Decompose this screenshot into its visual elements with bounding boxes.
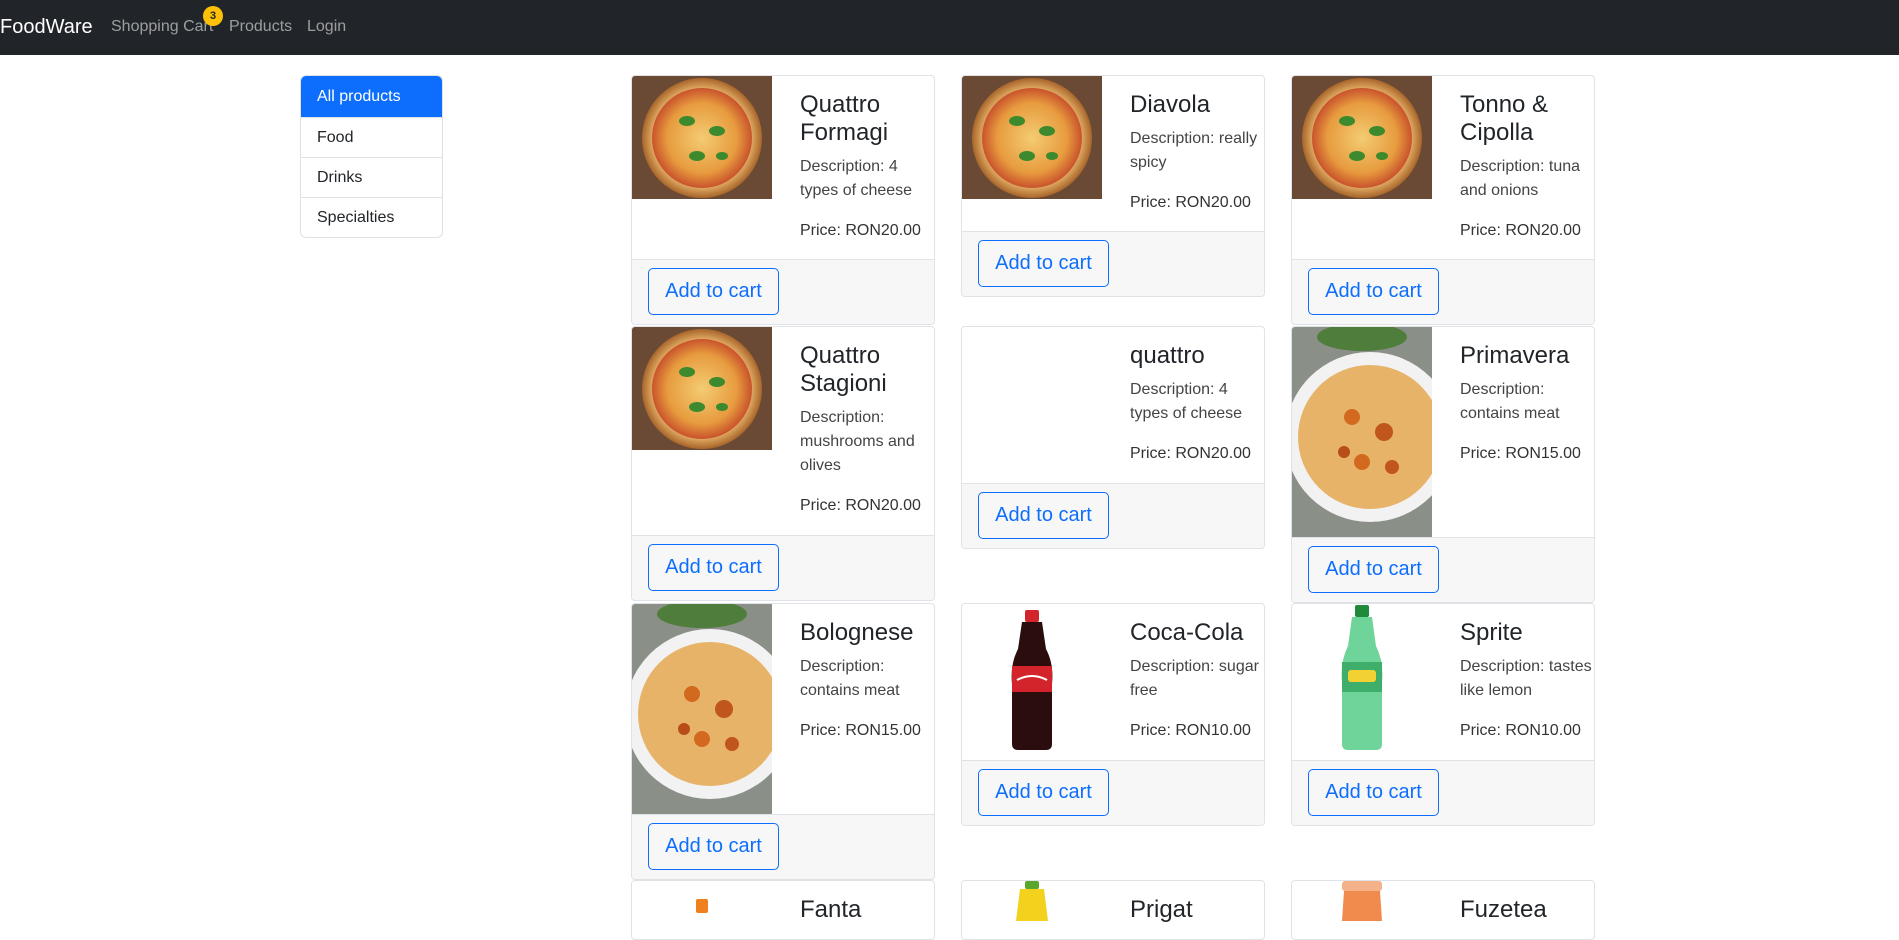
- pizza-image: [1292, 76, 1432, 199]
- card-footer: Add to cart: [632, 259, 934, 324]
- product-title: Bolognese: [800, 619, 914, 646]
- card-footer: Add to cart: [1292, 259, 1594, 324]
- product-card: Diavola Description: really spicy Price:…: [961, 75, 1265, 297]
- category-drinks[interactable]: Drinks: [301, 157, 442, 197]
- product-price: Price: RON15.00: [800, 722, 921, 739]
- cart-count-badge: 3: [203, 6, 223, 26]
- card-footer: Add to cart: [962, 231, 1264, 296]
- add-to-cart-button[interactable]: Add to cart: [978, 492, 1109, 539]
- product-price: Price: RON10.00: [1130, 722, 1251, 739]
- product-price: Price: RON20.00: [800, 497, 921, 514]
- card-footer: Add to cart: [962, 483, 1264, 548]
- add-to-cart-button[interactable]: Add to cart: [648, 544, 779, 591]
- category-specialties[interactable]: Specialties: [301, 197, 442, 237]
- product-description: Description: sugar free: [1130, 658, 1259, 699]
- product-card: Prigat: [961, 880, 1265, 940]
- product-price: Price: RON20.00: [800, 222, 921, 239]
- sprite-bottle-image: [1292, 604, 1432, 759]
- category-list: All products Food Drinks Specialties: [300, 75, 443, 238]
- add-to-cart-button[interactable]: Add to cart: [978, 240, 1109, 287]
- product-title: Primavera: [1460, 342, 1570, 369]
- pasta-image: [1292, 327, 1432, 537]
- product-title: Coca-Cola: [1130, 619, 1244, 646]
- add-to-cart-button[interactable]: Add to cart: [978, 769, 1109, 816]
- product-description: Description: 4 types of cheese: [1130, 381, 1243, 422]
- product-price: Price: RON15.00: [1460, 445, 1581, 462]
- product-card: Quattro Stagioni Description: mushrooms …: [631, 326, 935, 601]
- product-title: Tonno & Cipolla: [1460, 91, 1549, 146]
- product-price: Price: RON20.00: [1130, 445, 1251, 462]
- product-description: Description: really spicy: [1130, 130, 1258, 171]
- product-card: Fanta: [631, 880, 935, 940]
- product-price: Price: RON20.00: [1130, 194, 1251, 211]
- add-to-cart-button[interactable]: Add to cart: [648, 823, 779, 870]
- card-footer: Add to cart: [632, 814, 934, 879]
- product-card: quattro Description: 4 types of cheese P…: [961, 326, 1265, 549]
- product-card: Coca-Cola Description: sugar free Price:…: [961, 603, 1265, 826]
- add-to-cart-button[interactable]: Add to cart: [1308, 546, 1439, 593]
- product-description: Description: 4 types of cheese: [800, 158, 913, 199]
- card-footer: Add to cart: [1292, 760, 1594, 825]
- card-footer: Add to cart: [632, 535, 934, 600]
- brand-logo[interactable]: FoodWare: [0, 14, 93, 40]
- category-all-products[interactable]: All products: [301, 76, 442, 117]
- card-footer: Add to cart: [962, 760, 1264, 825]
- nav-login[interactable]: Login: [307, 16, 346, 38]
- product-title: Quattro Stagioni: [800, 342, 887, 397]
- nav-products[interactable]: Products: [229, 16, 292, 38]
- product-card: Quattro Formagi Description: 4 types of …: [631, 75, 935, 325]
- product-description: Description: contains meat: [800, 658, 900, 699]
- product-description: Description: tuna and onions: [1460, 158, 1581, 199]
- product-title: Fuzetea: [1460, 896, 1547, 923]
- product-title: Sprite: [1460, 619, 1523, 646]
- add-to-cart-button[interactable]: Add to cart: [1308, 769, 1439, 816]
- product-card: Fuzetea: [1291, 880, 1595, 940]
- cola-bottle-image: [962, 604, 1102, 759]
- product-card: Primavera Description: contains meat Pri…: [1291, 326, 1595, 603]
- product-title: Prigat: [1130, 896, 1193, 923]
- product-description: Description: tastes like lemon: [1460, 658, 1592, 699]
- product-title: Diavola: [1130, 91, 1211, 118]
- product-card: Tonno & Cipolla Description: tuna and on…: [1291, 75, 1595, 325]
- prigat-bottle-image: [962, 881, 1102, 921]
- product-card: Bolognese Description: contains meat Pri…: [631, 603, 935, 880]
- fuzetea-bottle-image: [1292, 881, 1432, 921]
- category-food[interactable]: Food: [301, 117, 442, 157]
- nav-shopping-cart[interactable]: Shopping Cart: [111, 16, 213, 38]
- product-price: Price: RON10.00: [1460, 722, 1581, 739]
- product-title: Quattro Formagi: [800, 91, 889, 146]
- product-description: Description: contains meat: [1460, 381, 1560, 422]
- top-navbar: FoodWare Shopping Cart 3 Products Login: [0, 0, 1899, 55]
- product-title: quattro: [1130, 342, 1205, 369]
- pizza-image: [632, 76, 772, 199]
- card-footer: Add to cart: [1292, 537, 1594, 602]
- product-price: Price: RON20.00: [1460, 222, 1581, 239]
- pizza-image: [962, 76, 1102, 199]
- add-to-cart-button[interactable]: Add to cart: [1308, 268, 1439, 315]
- product-title: Fanta: [800, 896, 862, 923]
- product-card: Sprite Description: tastes like lemon Pr…: [1291, 603, 1595, 826]
- product-description: Description: mushrooms and olives: [800, 409, 915, 474]
- add-to-cart-button[interactable]: Add to cart: [648, 268, 779, 315]
- pizza-image: [632, 327, 772, 450]
- fanta-bottle-image: [632, 881, 772, 921]
- pasta-image: [632, 604, 772, 814]
